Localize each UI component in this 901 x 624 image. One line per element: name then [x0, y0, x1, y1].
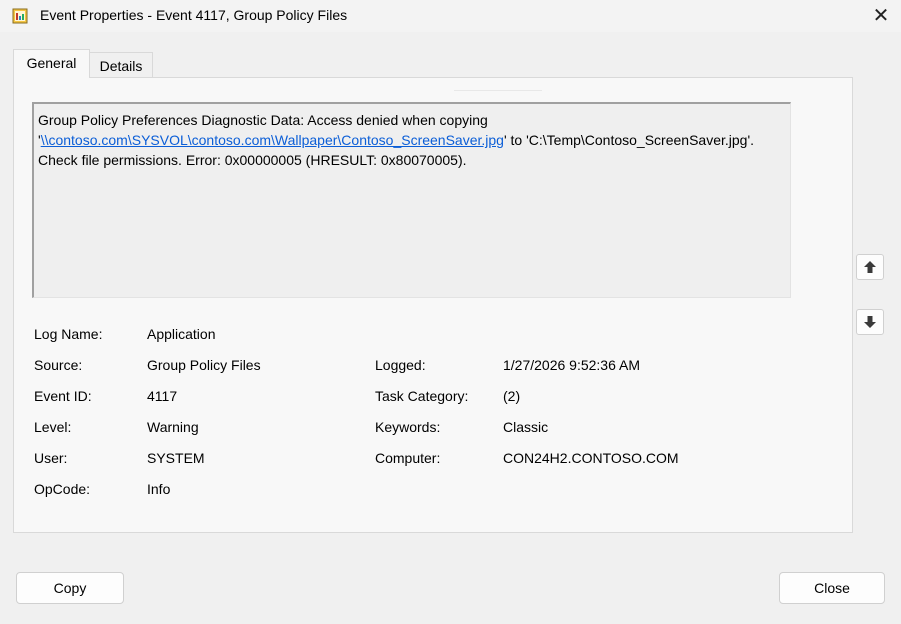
task-category-value: (2): [503, 388, 521, 404]
tab-details[interactable]: Details: [90, 52, 153, 78]
computer-label: Computer:: [375, 450, 441, 466]
arrow-down-icon: [864, 316, 876, 328]
close-icon: ✕: [872, 5, 890, 27]
task-category-label: Task Category:: [375, 388, 469, 404]
window-title: Event Properties - Event 4117, Group Pol…: [40, 7, 348, 23]
keywords-label: Keywords:: [375, 419, 441, 435]
level-value: Warning: [147, 419, 199, 435]
window-close-button[interactable]: ✕: [866, 2, 896, 30]
log-name-value: Application: [147, 326, 216, 342]
tab-general[interactable]: General: [13, 49, 90, 78]
event-description-box[interactable]: Group Policy Preferences Diagnostic Data…: [32, 102, 791, 298]
opcode-value: Info: [147, 481, 171, 497]
level-label: Level:: [34, 419, 72, 435]
event-id-label: Event ID:: [34, 388, 92, 404]
event-viewer-icon: [12, 8, 28, 24]
keywords-value: Classic: [503, 419, 549, 435]
computer-value: CON24H2.CONTOSO.COM: [503, 450, 679, 466]
user-value: SYSTEM: [147, 450, 205, 466]
arrow-up-icon: [864, 261, 876, 273]
source-label: Source:: [34, 357, 83, 373]
close-button[interactable]: Close: [779, 572, 885, 604]
previous-event-button[interactable]: [856, 254, 884, 280]
event-id-value: 4117: [147, 388, 178, 404]
panel-divider: [454, 90, 542, 91]
description-link[interactable]: \\contoso.com\SYSVOL\contoso.com\Wallpap…: [41, 132, 504, 148]
log-name-label: Log Name:: [34, 326, 103, 342]
logged-value: 1/27/2026 9:52:36 AM: [503, 357, 640, 373]
copy-button[interactable]: Copy: [16, 572, 124, 604]
next-event-button[interactable]: [856, 309, 884, 335]
event-description: Group Policy Preferences Diagnostic Data…: [38, 110, 788, 170]
user-label: User:: [34, 450, 68, 466]
title-bar: Event Properties - Event 4117, Group Pol…: [0, 0, 901, 32]
logged-label: Logged:: [375, 357, 426, 373]
opcode-label: OpCode:: [34, 481, 91, 497]
source-value: Group Policy Files: [147, 357, 261, 373]
